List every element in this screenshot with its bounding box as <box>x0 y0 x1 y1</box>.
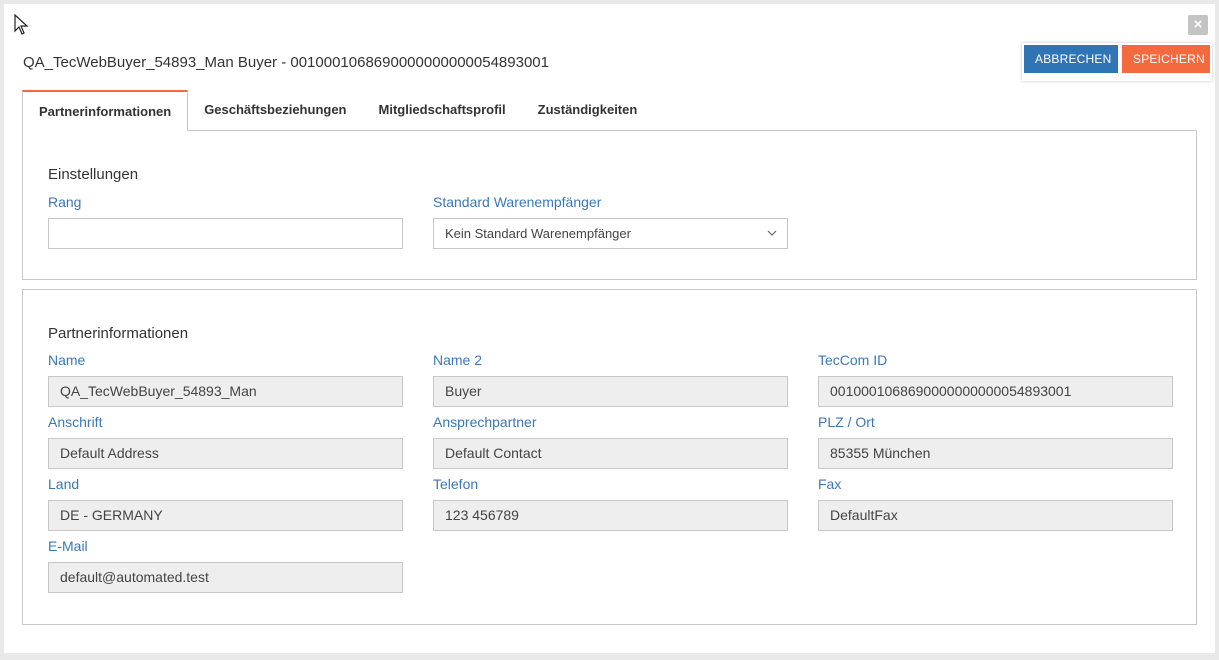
standard-recipient-selected: Kein Standard Warenempfänger <box>445 226 631 241</box>
name2-label: Name 2 <box>433 352 483 368</box>
name-label: Name <box>48 352 86 368</box>
email-label: E-Mail <box>48 538 88 554</box>
partner-section-title: Partnerinformationen <box>48 325 189 342</box>
tab-mitgliedschaftsprofil[interactable]: Mitgliedschaftsprofil <box>363 90 522 130</box>
address-label: Anschrift <box>48 414 103 430</box>
contact-label: Ansprechpartner <box>433 414 537 430</box>
settings-panel: Einstellungen Rang Standard Warenempfäng… <box>22 130 1197 280</box>
tab-geschaeftsbeziehungen[interactable]: Geschäftsbeziehungen <box>188 90 362 130</box>
chevron-down-icon <box>767 230 777 236</box>
email-field: default@automated.test <box>48 562 403 593</box>
name-field: QA_TecWebBuyer_54893_Man <box>48 376 403 407</box>
standard-recipient-select[interactable]: Kein Standard Warenempfänger <box>433 218 788 249</box>
address-field: Default Address <box>48 438 403 469</box>
standard-recipient-label: Standard Warenempfänger <box>433 194 602 210</box>
fax-label: Fax <box>818 476 842 492</box>
name2-field: Buyer <box>433 376 788 407</box>
partner-info-panel: Partnerinformationen Name QA_TecWebBuyer… <box>22 289 1197 625</box>
country-label: Land <box>48 476 80 492</box>
tab-partnerinformationen[interactable]: Partnerinformationen <box>22 90 189 131</box>
partner-dialog: × QA_TecWebBuyer_54893_Man Buyer - 00100… <box>4 4 1215 653</box>
zip-city-field: 85355 München <box>818 438 1173 469</box>
phone-label: Telefon <box>433 476 479 492</box>
fax-field: DefaultFax <box>818 500 1173 531</box>
settings-section-title: Einstellungen <box>48 166 139 183</box>
cancel-button[interactable]: ABBRECHEN <box>1024 45 1118 73</box>
tab-zustaendigkeiten[interactable]: Zuständigkeiten <box>522 90 654 130</box>
teccom-id-field: 0010001068690000000000054893001 <box>818 376 1173 407</box>
action-buttons: ABBRECHEN SPEICHERN <box>1022 43 1212 81</box>
zip-city-label: PLZ / Ort <box>818 414 875 430</box>
close-icon[interactable]: × <box>1188 15 1208 35</box>
mouse-cursor-icon <box>14 14 29 35</box>
country-field: DE - GERMANY <box>48 500 403 531</box>
rang-input[interactable] <box>48 218 403 249</box>
contact-field: Default Contact <box>433 438 788 469</box>
save-button[interactable]: SPEICHERN <box>1122 45 1210 73</box>
dialog-title: QA_TecWebBuyer_54893_Man Buyer - 0010001… <box>23 54 549 71</box>
phone-field: 123 456789 <box>433 500 788 531</box>
teccom-id-label: TecCom ID <box>818 352 888 368</box>
rang-label: Rang <box>48 194 82 210</box>
tab-bar: Partnerinformationen Geschäftsbeziehunge… <box>22 90 654 131</box>
